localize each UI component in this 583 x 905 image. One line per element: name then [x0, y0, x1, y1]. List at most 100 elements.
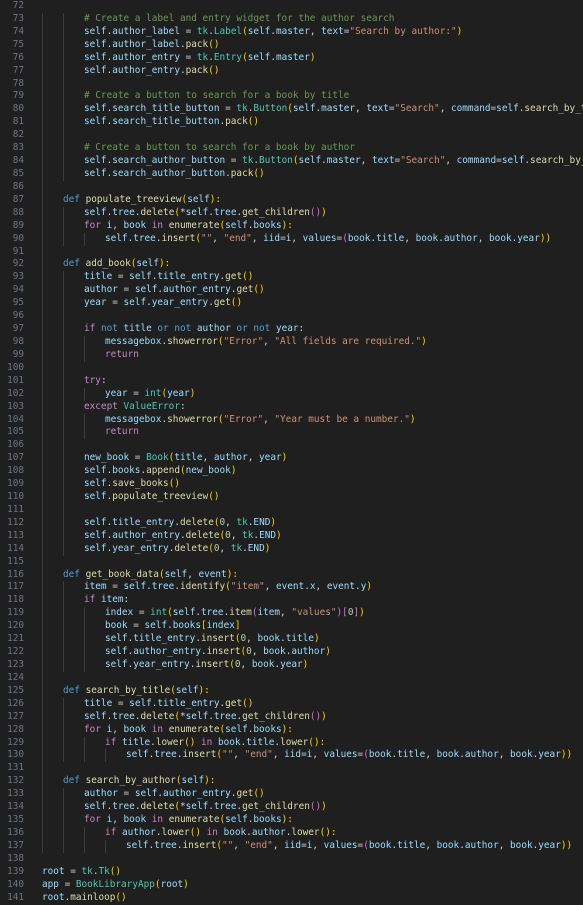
code-line[interactable]: 102 year = int(year) [0, 387, 583, 401]
code-line[interactable]: 127 self.tree.delete(*self.tree.get_child… [0, 710, 583, 724]
code-line[interactable]: 106 [0, 439, 583, 453]
code-line[interactable]: 72 [0, 0, 583, 13]
indent-guide [84, 413, 85, 427]
code-line[interactable]: 133 author = self.author_entry.get() [0, 788, 583, 802]
code-token: # Create a button to search for a book b… [84, 142, 355, 154]
code-line[interactable]: 100 [0, 361, 583, 375]
code-token: self [84, 103, 107, 115]
code-line[interactable]: 74 self.author_label = tk.Label(self.mast… [0, 25, 583, 39]
code-line[interactable]: 128 for i, book in enumerate(self.books): [0, 723, 583, 737]
indent-guide [42, 103, 43, 117]
code-line[interactable]: 119 index = int(self.tree.item(item, "val… [0, 607, 583, 621]
line-number: 108 [7, 465, 24, 477]
code-line[interactable]: 130 self.tree.insert("", "end", iid=i, va… [0, 749, 583, 763]
code-line[interactable]: 85 self.search_author_button.pack() [0, 167, 583, 181]
code-line[interactable]: 82 [0, 129, 583, 143]
line-number: 82 [12, 129, 24, 141]
code-text: book = self.books[index] [105, 620, 241, 633]
code-token: author [291, 646, 326, 658]
code-line[interactable]: 87 def populate_treeview(self): [0, 193, 583, 207]
code-line[interactable]: 108 self.books.append(new_book) [0, 465, 583, 479]
code-line[interactable]: 114 self.year_entry.delete(0, tk.END) [0, 542, 583, 556]
line-number: 127 [7, 710, 24, 722]
code-line[interactable]: 80 self.search_title_button = tk.Button(s… [0, 103, 583, 117]
code-line[interactable]: 95 year = self.year_entry.get() [0, 297, 583, 311]
code-line[interactable]: 75 self.author_label.pack() [0, 38, 583, 52]
code-line[interactable]: 136 if author.lower() in book.author.lowe… [0, 827, 583, 840]
code-line[interactable]: 131 [0, 762, 583, 776]
code-line[interactable]: 91 [0, 245, 583, 259]
code-editor[interactable]: 72 73 # Create a label and entry widget fo… [0, 0, 583, 905]
code-line[interactable]: 125 def search_by_title(self): [0, 684, 583, 698]
code-line[interactable]: 117 item = self.tree.identify("item", eve… [0, 581, 583, 595]
code-line[interactable]: 83 # Create a button to search for a book… [0, 142, 583, 156]
code-line[interactable]: 138 [0, 853, 583, 866]
code-token: self [84, 167, 107, 179]
code-token: ) [366, 581, 373, 593]
code-token: self [84, 542, 107, 554]
code-line[interactable]: 111 [0, 503, 583, 517]
code-line[interactable]: 115 [0, 555, 583, 569]
code-line[interactable]: 94 author = self.author_entry.get() [0, 284, 583, 298]
code-line[interactable]: 104 messagebox.showerror("Error", "Year m… [0, 413, 583, 427]
code-line[interactable]: 112 self.title_entry.delete(0, tk.END) [0, 516, 583, 530]
code-line[interactable]: 86 [0, 180, 583, 194]
code-line[interactable]: 140 app = BookLibraryApp(root) [0, 879, 583, 892]
code-line[interactable]: 89 for i, book in enumerate(self.books): [0, 219, 583, 233]
indent-guide [63, 129, 64, 143]
code-line[interactable]: 81 self.search_title_button.pack() [0, 116, 583, 130]
code-line[interactable]: 134 self.tree.delete(*self.tree.get_child… [0, 801, 583, 815]
code-line[interactable]: 135 for i, book in enumerate(self.books): [0, 814, 583, 827]
code-line[interactable]: 118 if item: [0, 594, 583, 608]
code-line[interactable]: 141 root.mainloop() [0, 892, 583, 905]
code-line[interactable]: 93 title = self.title_entry.get() [0, 271, 583, 285]
code-line[interactable]: 76 self.author_entry = tk.Entry(self.mast… [0, 51, 583, 65]
code-line[interactable]: 77 self.author_entry.pack() [0, 64, 583, 78]
code-line[interactable]: 121 self.title_entry.insert(0, book.title… [0, 633, 583, 647]
code-line[interactable]: 116 def get_book_data(self, event): [0, 568, 583, 582]
code-line[interactable]: 110 self.populate_treeview() [0, 491, 583, 504]
code-line[interactable]: 90 self.tree.insert("", "end", iid=i, val… [0, 232, 583, 246]
code-line[interactable]: 96 [0, 310, 583, 324]
code-line[interactable]: 124 [0, 671, 583, 685]
indent-guide [42, 555, 43, 569]
code-line[interactable]: 92 def add_book(self): [0, 258, 583, 272]
code-line[interactable]: 97 if not title or not author or not year… [0, 323, 583, 336]
indent-guide [42, 801, 43, 815]
code-text: def search_by_title(self): [63, 685, 210, 698]
code-line[interactable]: 101 try: [0, 374, 583, 388]
code-line[interactable]: 120 book = self.books[index] [0, 620, 583, 634]
code-token: , [112, 723, 124, 735]
code-token: tree [154, 839, 177, 851]
code-text: title = self.title_entry.get() [84, 698, 253, 711]
code-line[interactable]: 73 # Create a label and entry widget for … [0, 12, 583, 26]
code-line[interactable]: 126 title = self.title_entry.get() [0, 697, 583, 711]
indent-guide [63, 749, 64, 763]
code-line[interactable]: 113 self.author_entry.delete(0, tk.END) [0, 529, 583, 543]
line-number: 81 [12, 116, 24, 128]
code-token: self [84, 491, 107, 503]
code-line[interactable]: 78 [0, 77, 583, 91]
code-token: mainloop [70, 891, 116, 903]
code-token: master [275, 51, 310, 63]
code-line[interactable]: 122 self.author_entry.insert(0, book.auth… [0, 646, 583, 660]
code-line[interactable]: 139 root = tk.Tk() [0, 866, 583, 879]
code-line[interactable]: 107 new_book = Book(title, author, year) [0, 452, 583, 466]
code-token: (): [308, 736, 326, 748]
code-line[interactable]: 79 # Create a button to search for a book… [0, 90, 583, 104]
code-line[interactable]: 129 if title.lower() in book.title.lower(… [0, 736, 583, 750]
code-line[interactable]: 132 def search_by_author(self): [0, 775, 583, 789]
code-line[interactable]: 98 messagebox.showerror("Error", "All fie… [0, 335, 583, 349]
code-token: title [84, 697, 113, 709]
code-text: for i, book in enumerate(self.books): [84, 220, 293, 233]
code-line[interactable]: 103 except ValueError: [0, 400, 583, 414]
code-line[interactable]: 84 self.search_author_button = tk.Button(… [0, 155, 583, 168]
code-line[interactable]: 99 return [0, 348, 583, 362]
code-token: self [134, 284, 158, 296]
indent-guide [42, 503, 43, 517]
code-line[interactable]: 88 self.tree.delete(*self.tree.get_childr… [0, 206, 583, 220]
code-line[interactable]: 109 self.save_books() [0, 478, 583, 492]
code-line[interactable]: 105 return [0, 426, 583, 440]
code-line[interactable]: 137 self.tree.insert("", "end", iid=i, va… [0, 839, 583, 853]
code-line[interactable]: 123 self.year_entry.insert(0, book.year) [0, 659, 583, 672]
